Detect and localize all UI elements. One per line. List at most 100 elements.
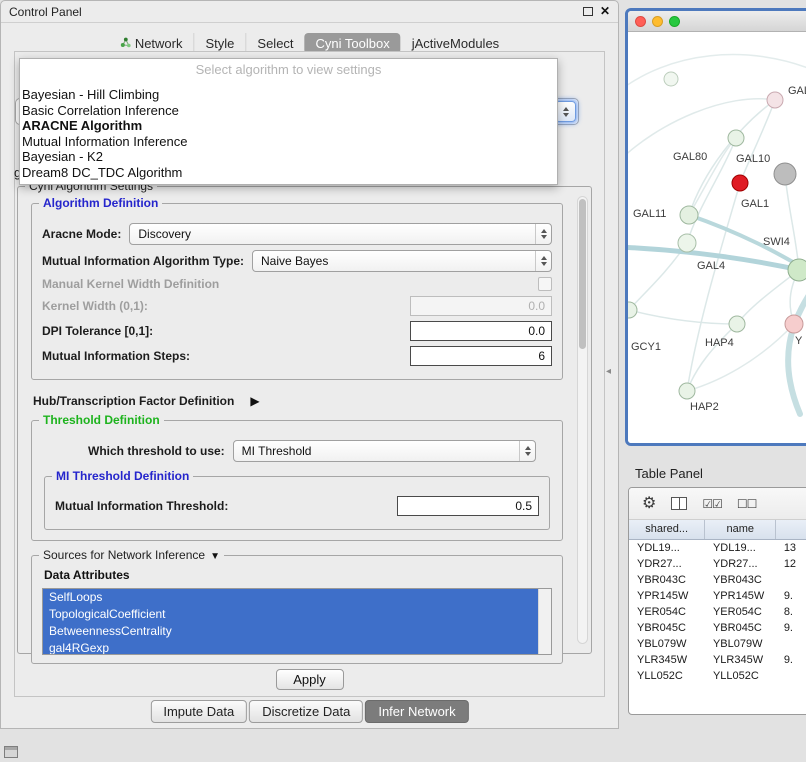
algorithm-option[interactable]: Bayesian - Hill Climbing bbox=[20, 87, 557, 103]
attribute-item[interactable]: gal4RGexp bbox=[43, 640, 538, 655]
table-cell: 8. bbox=[776, 604, 806, 620]
network-node[interactable] bbox=[628, 302, 637, 318]
algorithm-option[interactable]: Bayesian - K2 bbox=[20, 149, 557, 165]
network-node[interactable] bbox=[680, 206, 698, 224]
group-title: Sources for Network Inference▼ bbox=[39, 548, 224, 562]
algorithm-option[interactable]: Mutual Information Inference bbox=[20, 134, 557, 150]
table-cell: 13 bbox=[776, 540, 806, 556]
node-label: GAL4 bbox=[697, 260, 725, 272]
table-row[interactable]: YER054CYER054C8. bbox=[629, 604, 806, 620]
manual-kernel-label: Manual Kernel Width Definition bbox=[42, 277, 219, 291]
table-toolbar: ⚙ ☑☑ ☐☐ bbox=[629, 488, 806, 520]
restore-panel-icon[interactable] bbox=[4, 746, 18, 758]
table-cell: YBR043C bbox=[705, 572, 776, 588]
apply-button[interactable]: Apply bbox=[276, 669, 344, 690]
node-label: GAL11 bbox=[633, 208, 666, 220]
network-icon bbox=[120, 36, 131, 51]
table-row[interactable]: YLR345WYLR345W9. bbox=[629, 652, 806, 668]
zoom-traffic-light-icon[interactable] bbox=[669, 16, 680, 27]
attribute-item[interactable]: BetweennessCentrality bbox=[43, 623, 538, 640]
table-cell: YBR045C bbox=[629, 620, 705, 636]
table-row[interactable]: YPR145WYPR145W9. bbox=[629, 588, 806, 604]
network-node[interactable] bbox=[678, 234, 696, 252]
bottom-tab-discretize-data[interactable]: Discretize Data bbox=[249, 700, 363, 723]
table-header-row: shared...name bbox=[629, 520, 806, 540]
which-threshold-label: Which threshold to use: bbox=[88, 444, 225, 458]
table-row[interactable]: YBR045CYBR045C9. bbox=[629, 620, 806, 636]
network-edge[interactable] bbox=[740, 100, 775, 183]
hub-definition-toggle[interactable]: Hub/Transcription Factor Definition ▶ bbox=[33, 394, 561, 408]
network-node[interactable] bbox=[774, 163, 796, 185]
network-edge[interactable] bbox=[687, 324, 737, 391]
network-node[interactable] bbox=[729, 316, 745, 332]
network-node[interactable] bbox=[679, 383, 695, 399]
gear-icon[interactable]: ⚙ bbox=[642, 496, 656, 512]
algorithm-option[interactable]: Dream8 DC_TDC Algorithm bbox=[20, 165, 557, 181]
desktop: Control Panel ✕ NetworkStyleSelectCyni T… bbox=[0, 0, 806, 762]
algorithm-option[interactable]: ARACNE Algorithm bbox=[20, 118, 557, 134]
close-traffic-light-icon[interactable] bbox=[635, 16, 646, 27]
network-graph: GALGAL80GAL10GAL11GAL1SWI4GAL4GCY1HAP4YH… bbox=[628, 32, 806, 444]
settings-scrollbar[interactable] bbox=[577, 196, 588, 644]
float-window-icon[interactable] bbox=[583, 7, 593, 16]
network-node[interactable] bbox=[664, 72, 678, 86]
manual-kernel-checkbox bbox=[538, 277, 552, 291]
table-cell: YBR043C bbox=[629, 572, 705, 588]
network-node[interactable] bbox=[732, 175, 748, 191]
dpi-tolerance-field[interactable] bbox=[410, 321, 552, 341]
scrollbar-thumb[interactable] bbox=[579, 199, 586, 349]
network-window-titlebar[interactable] bbox=[628, 11, 806, 32]
network-edge[interactable] bbox=[689, 138, 736, 215]
tab-label: Select bbox=[257, 36, 293, 51]
network-node[interactable] bbox=[728, 130, 744, 146]
columns-icon[interactable] bbox=[671, 497, 687, 510]
mi-threshold-field[interactable] bbox=[397, 496, 539, 516]
node-label: GAL80 bbox=[673, 151, 707, 163]
mi-steps-label: Mutual Information Steps: bbox=[42, 349, 190, 363]
mi-type-label: Mutual Information Algorithm Type: bbox=[42, 254, 244, 268]
network-node[interactable] bbox=[785, 315, 803, 333]
collapse-arrow-icon[interactable]: ▼ bbox=[210, 551, 220, 562]
table-cell: YBL079W bbox=[629, 636, 705, 652]
network-edge[interactable] bbox=[628, 55, 806, 92]
minimize-traffic-light-icon[interactable] bbox=[652, 16, 663, 27]
bottom-tab-impute-data[interactable]: Impute Data bbox=[150, 700, 247, 723]
close-icon[interactable]: ✕ bbox=[600, 5, 610, 17]
table-row[interactable]: YBR043CYBR043C bbox=[629, 572, 806, 588]
threshold-select[interactable]: MI Threshold bbox=[233, 440, 536, 462]
algorithm-option-list: Bayesian - Hill ClimbingBasic Correlatio… bbox=[20, 87, 557, 180]
network-node[interactable] bbox=[788, 259, 806, 281]
network-canvas[interactable]: GALGAL80GAL10GAL11GAL1SWI4GAL4GCY1HAP4YH… bbox=[628, 32, 806, 443]
column-header-name[interactable]: name bbox=[705, 520, 776, 539]
data-attributes-list[interactable]: SelfLoopsTopologicalCoefficientBetweenne… bbox=[42, 588, 552, 655]
table-row[interactable]: YDL19...YDL19...13 bbox=[629, 540, 806, 556]
combo-stepper-icon[interactable] bbox=[555, 101, 576, 122]
column-header-shared[interactable]: shared... bbox=[629, 520, 705, 539]
table-row[interactable]: YLL052CYLL052C bbox=[629, 668, 806, 684]
table-row[interactable]: YDR27...YDR27...12 bbox=[629, 556, 806, 572]
algorithm-placeholder: Select algorithm to view settings bbox=[20, 62, 557, 78]
column-header-extra[interactable] bbox=[776, 520, 806, 539]
group-title: Algorithm Definition bbox=[39, 196, 162, 210]
select-all-icon[interactable]: ☑☑ bbox=[702, 496, 722, 512]
table-cell: YLR345W bbox=[705, 652, 776, 668]
mi-algorithm-type-select[interactable]: Naive Bayes bbox=[252, 250, 552, 272]
deselect-all-icon[interactable]: ☐☐ bbox=[737, 496, 757, 512]
list-scrollbar[interactable] bbox=[538, 589, 551, 654]
aracne-mode-select[interactable]: Discovery bbox=[129, 223, 552, 245]
panel-splitter-handle[interactable]: ◂ bbox=[606, 366, 611, 377]
mi-steps-field[interactable] bbox=[410, 346, 552, 366]
network-edge[interactable] bbox=[629, 310, 737, 324]
aracne-mode-label: Aracne Mode: bbox=[42, 227, 121, 241]
algorithm-option[interactable]: Basic Correlation Inference bbox=[20, 103, 557, 119]
tab-label: jActiveModules bbox=[412, 36, 499, 51]
kernel-width-label: Kernel Width (0,1): bbox=[42, 299, 148, 313]
network-edge[interactable] bbox=[785, 174, 799, 270]
network-edge[interactable] bbox=[687, 324, 794, 391]
network-node[interactable] bbox=[767, 92, 783, 108]
table-row[interactable]: YBL079WYBL079W bbox=[629, 636, 806, 652]
bottom-tab-infer-network[interactable]: Infer Network bbox=[365, 700, 468, 723]
table-cell: 9. bbox=[776, 620, 806, 636]
attribute-item[interactable]: SelfLoops bbox=[43, 589, 538, 606]
attribute-item[interactable]: TopologicalCoefficient bbox=[43, 606, 538, 623]
